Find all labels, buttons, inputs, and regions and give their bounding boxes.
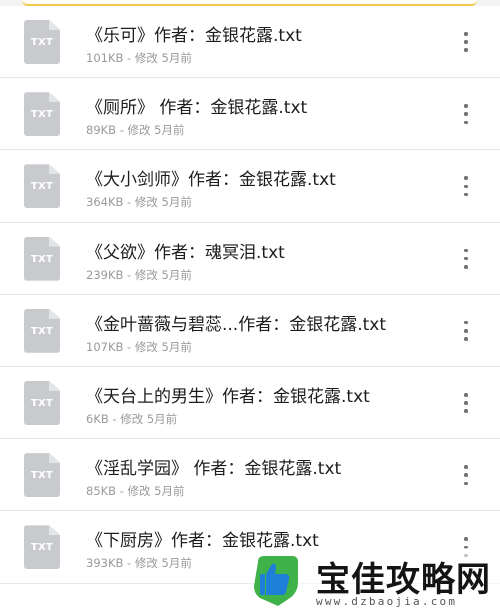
txt-file-icon: TXT (24, 20, 60, 64)
txt-file-icon: TXT (24, 92, 60, 137)
file-meta: 393KB - 修改 5月前 (86, 556, 192, 571)
file-meta: 239KB - 修改 5月前 (86, 267, 192, 282)
file-row[interactable]: TXT 《金叶蔷薇与碧蕊...作者：金银花露.txt 107KB - 修改 5月… (0, 295, 500, 367)
file-name: 《淫乱学园》 作者：金银花露.txt (86, 459, 342, 480)
more-vertical-icon[interactable] (462, 32, 470, 52)
watermark-url: www.dzbaojia.com (316, 595, 458, 608)
file-name: 《金叶蔷薇与碧蕊...作者：金银花露.txt (86, 314, 387, 335)
more-vertical-icon[interactable] (462, 320, 470, 341)
more-vertical-icon[interactable] (462, 392, 470, 413)
file-name: 《父欲》作者：魂冥泪.txt (86, 242, 285, 263)
file-meta: 101KB - 修改 5月前 (86, 51, 192, 65)
file-meta: 85KB - 修改 5月前 (86, 484, 185, 499)
file-row[interactable]: TXT 《大小剑师》作者：金银花露.txt 364KB - 修改 5月前 (0, 150, 500, 223)
file-row[interactable]: TXT 《淫乱学园》 作者：金银花露.txt 85KB - 修改 5月前 (0, 439, 500, 512)
txt-file-icon: TXT (24, 236, 60, 281)
file-meta: 107KB - 修改 5月前 (86, 339, 192, 354)
file-row[interactable]: TXT 《父欲》作者：魂冥泪.txt 239KB - 修改 5月前 (0, 223, 500, 295)
watermark-title: 宝佳攻略网 (316, 560, 491, 600)
more-vertical-icon[interactable] (462, 248, 470, 269)
more-vertical-icon[interactable] (462, 104, 470, 125)
thumbs-up-logo (254, 556, 298, 606)
txt-file-icon: TXT (24, 453, 60, 498)
file-meta: 364KB - 修改 5月前 (86, 195, 192, 210)
more-vertical-icon[interactable] (462, 176, 470, 197)
file-row[interactable]: TXT 《天台上的男生》作者：金银花露.txt 6KB - 修改 5月前 (0, 367, 500, 440)
file-meta: 6KB - 修改 5月前 (86, 411, 178, 426)
txt-file-icon: TXT (24, 525, 60, 570)
txt-file-icon: TXT (24, 308, 60, 353)
site-watermark: 宝佳攻略网 www.dzbaojia.com (250, 548, 500, 614)
txt-file-icon: TXT (24, 164, 60, 209)
file-name: 《厕所》 作者：金银花露.txt (86, 98, 308, 119)
txt-file-icon: TXT (24, 380, 60, 425)
file-row[interactable]: TXT 《厕所》 作者：金银花露.txt 89KB - 修改 5月前 (0, 78, 500, 151)
file-meta: 89KB - 修改 5月前 (86, 123, 185, 138)
file-name: 《乐可》作者：金银花露.txt (86, 26, 302, 46)
file-list: TXT 《乐可》作者：金银花露.txt 101KB - 修改 5月前 TXT 《… (0, 6, 500, 584)
file-name: 《大小剑师》作者：金银花露.txt (86, 170, 336, 191)
more-vertical-icon[interactable] (462, 465, 470, 486)
file-name: 《天台上的男生》作者：金银花露.txt (86, 386, 370, 407)
file-row[interactable]: TXT 《乐可》作者：金银花露.txt 101KB - 修改 5月前 (0, 6, 500, 79)
